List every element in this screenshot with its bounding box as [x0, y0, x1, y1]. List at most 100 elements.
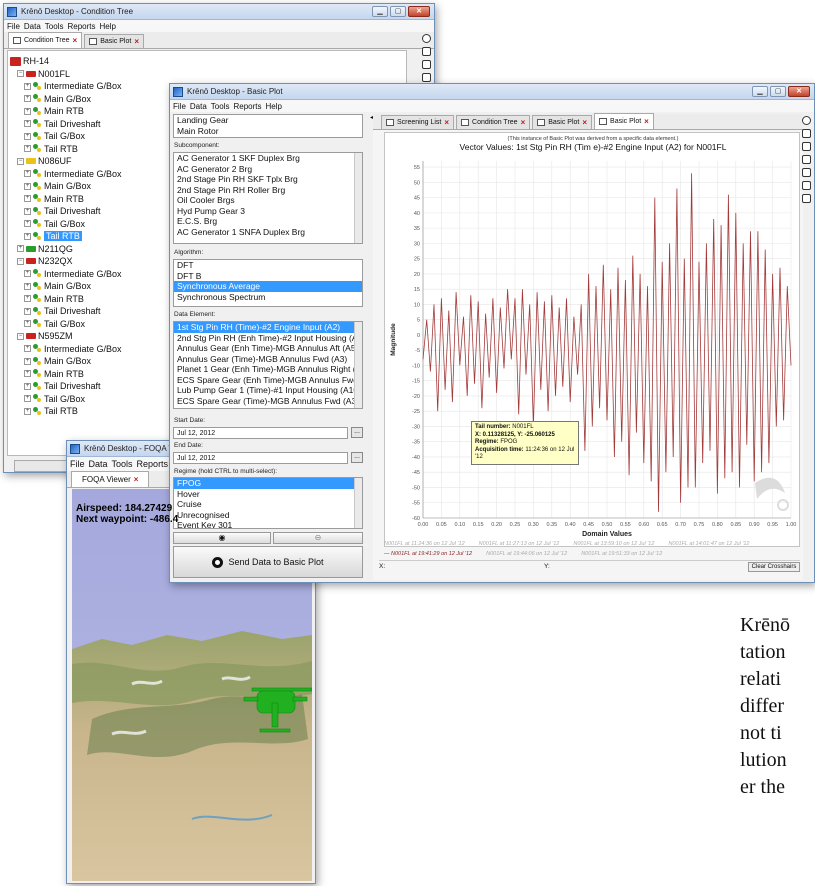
legend-entry[interactable]: N001FL at 11:24:36 on 12 Jul '12 [384, 541, 465, 547]
target-icon[interactable] [801, 116, 811, 125]
menu-reports[interactable]: Reports [137, 459, 169, 469]
menu-help[interactable]: Help [100, 22, 116, 31]
list-scrollbar[interactable] [354, 322, 362, 408]
list-item[interactable]: Oil Cooler Brgs [174, 195, 362, 206]
expand-toggle-icon[interactable]: + [24, 207, 31, 215]
expand-toggle-icon[interactable]: + [17, 245, 24, 253]
tab-close-icon[interactable]: × [582, 118, 587, 127]
tab-close-icon[interactable]: × [644, 117, 649, 126]
tab-foqa-viewer[interactable]: FOQA Viewer × [71, 471, 150, 487]
expand-toggle-icon[interactable]: + [24, 295, 31, 303]
menu-tools[interactable]: Tools [112, 459, 133, 469]
list-item[interactable]: 2nd Stage Pin RH Roller Brg [174, 185, 362, 196]
stop-icon[interactable] [421, 73, 431, 82]
list-item[interactable]: DFT B [174, 271, 362, 282]
image-icon[interactable] [801, 181, 811, 190]
list-item[interactable]: Event Key 301 [174, 520, 362, 528]
menu-data[interactable]: Data [24, 22, 41, 31]
panel-icon[interactable] [801, 129, 811, 138]
expand-toggle-icon[interactable]: + [24, 95, 31, 103]
tree-row[interactable]: RH-14 [8, 55, 406, 68]
maximize-button[interactable]: ▢ [390, 6, 406, 17]
expand-toggle-icon[interactable]: + [24, 145, 31, 153]
expand-toggle-icon[interactable]: + [24, 170, 31, 178]
list-scrollbar[interactable] [354, 478, 362, 528]
maximize-button[interactable]: ▢ [770, 86, 786, 97]
list-item[interactable]: DFT [174, 260, 362, 271]
tab-condition-tree[interactable]: Condition Tree × [456, 115, 531, 129]
menu-file[interactable]: File [70, 459, 85, 469]
legend-entry[interactable]: N001FL at 19:44:06 on 12 Jul '12 [486, 551, 567, 557]
tab-basic-plot[interactable]: Basic Plot × [532, 115, 593, 129]
expand-toggle-icon[interactable]: − [17, 70, 24, 78]
list-item[interactable]: AC Generator 1 SNFA Duplex Brg [174, 227, 362, 238]
expand-toggle-icon[interactable]: + [24, 107, 31, 115]
start-date-field[interactable]: Jul 12, 2012 [173, 427, 348, 439]
send-data-button[interactable]: Send Data to Basic Plot [173, 546, 363, 578]
end-date-field[interactable]: Jul 12, 2012 [173, 452, 348, 464]
menu-file[interactable]: File [173, 102, 186, 111]
expand-toggle-icon[interactable]: + [24, 370, 31, 378]
list-item[interactable]: FPOG [174, 478, 362, 489]
edit-icon[interactable] [801, 142, 811, 151]
subcomponent-list[interactable]: AC Generator 1 SKF Duplex Brg AC Generato… [173, 152, 363, 244]
list-item[interactable]: Lub Pump Gear 1 (Time)-#1 Input Housing … [174, 385, 362, 396]
list-item[interactable]: Hyd Pump Gear 3 [174, 206, 362, 217]
expand-toggle-icon[interactable]: + [24, 182, 31, 190]
list-item[interactable]: Planet 1 Gear (Enh Time)-MGB Annulus Rig… [174, 364, 362, 375]
component-list[interactable]: Landing Gear Main Rotor [173, 114, 363, 138]
list-item[interactable]: AC Generator 2 Brg [174, 164, 362, 175]
expand-toggle-icon[interactable]: + [24, 232, 31, 240]
expand-toggle-icon[interactable]: + [24, 345, 31, 353]
clear-crosshairs-button[interactable]: Clear Crosshairs [748, 562, 800, 572]
expand-toggle-icon[interactable]: − [17, 257, 24, 265]
regime-list[interactable]: FPOG Hover Cruise Unrecognised Event Key 301 [173, 477, 363, 529]
menu-data[interactable]: Data [190, 102, 207, 111]
expand-toggle-icon[interactable]: + [24, 195, 31, 203]
tab-basic-plot-active[interactable]: Basic Plot × [594, 113, 654, 129]
legend-entry[interactable]: N001FL at 14:01:47 on 12 Jul '12 [668, 541, 749, 547]
expand-toggle-icon[interactable]: + [24, 320, 31, 328]
condition-tree-titlebar[interactable]: Krēnō Desktop - Condition Tree ▁ ▢ ✕ [4, 4, 434, 20]
expand-toggle-icon[interactable]: − [17, 157, 24, 165]
list-item[interactable]: 2nd Stg Pin RH (Enh Time)-#2 Input Housi… [174, 333, 362, 344]
expand-toggle-icon[interactable]: + [24, 120, 31, 128]
plot-area[interactable]: (This instance of Basic Plot was derived… [384, 132, 800, 547]
menu-help[interactable]: Help [266, 102, 282, 111]
menu-reports[interactable]: Reports [233, 102, 261, 111]
list-item[interactable]: ECS Spare Gear (Enh Time)-MGB Annulus Fw… [174, 375, 362, 386]
list-scrollbar[interactable] [354, 153, 362, 243]
panel-icon[interactable] [421, 47, 431, 56]
expand-toggle-icon[interactable]: + [24, 357, 31, 365]
list-item[interactable]: 2nd Stage Pin RH SKF Tplx Brg [174, 174, 362, 185]
list-item[interactable]: Hover [174, 489, 362, 500]
list-item[interactable]: Cruise [174, 499, 362, 510]
menu-tools[interactable]: Tools [211, 102, 230, 111]
list-item[interactable]: Synchronous Average [174, 281, 362, 292]
tree-row[interactable]: − N001FL [8, 68, 406, 81]
expand-toggle-icon[interactable]: + [24, 132, 31, 140]
print-icon[interactable] [801, 194, 811, 203]
tab-close-icon[interactable]: × [521, 118, 526, 127]
tab-screening-list[interactable]: Screening List × [381, 115, 455, 129]
legend-entry[interactable]: N001FL at 11:27:13 on 12 Jul '12 [479, 541, 560, 547]
data-element-list[interactable]: 1st Stg Pin RH (Time)-#2 Engine Input (A… [173, 321, 363, 409]
expand-toggle-icon[interactable]: − [17, 332, 24, 340]
list-item[interactable]: ECS Spare Gear (Time)-MGB Annulus Fwd (A… [174, 396, 362, 407]
menu-reports[interactable]: Reports [67, 22, 95, 31]
legend-entry[interactable]: — N001FL at 19:41:29 on 12 Jul '12 [384, 551, 472, 557]
menu-data[interactable]: Data [89, 459, 108, 469]
menu-file[interactable]: File [7, 22, 20, 31]
list-item[interactable]: 1st Stg Pin RH (Time)-#2 Engine Input (A… [174, 322, 362, 333]
start-date-picker-button[interactable]: ... [351, 427, 363, 438]
prev-button[interactable]: ◉ [173, 532, 271, 544]
expand-toggle-icon[interactable]: + [24, 82, 31, 90]
expand-toggle-icon[interactable]: + [24, 282, 31, 290]
list-item[interactable]: Synchronous Spectrum [174, 292, 362, 303]
tab-condition-tree[interactable]: Condition Tree × [8, 32, 83, 48]
close-button[interactable]: ✕ [788, 86, 810, 97]
list-item[interactable]: Unrecognised [174, 510, 362, 521]
list-item[interactable]: Annulus Gear (Time)-MGB Annulus Fwd (A3) [174, 354, 362, 365]
expand-toggle-icon[interactable]: + [24, 407, 31, 415]
line-chart[interactable]: (This instance of Basic Plot was derived… [385, 133, 801, 548]
